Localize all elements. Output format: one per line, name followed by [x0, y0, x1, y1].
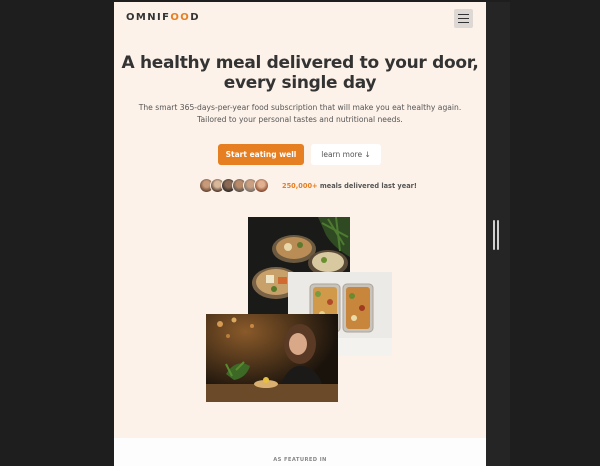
learn-more-button[interactable]: learn more ↓	[311, 144, 381, 165]
start-eating-well-button[interactable]: Start eating well	[218, 144, 304, 165]
hero-desc-line-2: Tailored to your personal tastes and nut…	[197, 115, 403, 124]
logo-prefix: OMNIF	[126, 12, 171, 23]
meals-delivered-text: 250,000+ meals delivered last year!	[282, 182, 417, 190]
page-viewport: OMNIFOOD A healthy meal delivered to you…	[114, 2, 486, 466]
logo-oo: OO	[170, 12, 191, 23]
logo-suffix: D	[190, 12, 200, 23]
hero-title-line-2: every single day	[223, 73, 377, 93]
hero-title-line-1: A healthy meal delivered to your door,	[121, 53, 479, 73]
header: OMNIFOOD	[114, 2, 486, 36]
hero-description: The smart 365-days-per-year food subscri…	[114, 102, 486, 126]
logo[interactable]: OMNIFOOD	[126, 12, 200, 23]
hero-title: A healthy meal delivered to your door, e…	[114, 53, 486, 93]
hero-desc-line-1: The smart 365-days-per-year food subscri…	[138, 103, 462, 112]
avatar	[254, 178, 269, 193]
hero-woman-eating-photo	[206, 314, 338, 402]
meals-count: 250,000+	[282, 182, 318, 190]
featured-in-label: AS FEATURED IN	[273, 457, 327, 463]
panel-resize-handle[interactable]	[493, 220, 499, 250]
meals-label: meals delivered last year!	[317, 182, 417, 190]
hamburger-menu-icon[interactable]	[454, 9, 473, 28]
